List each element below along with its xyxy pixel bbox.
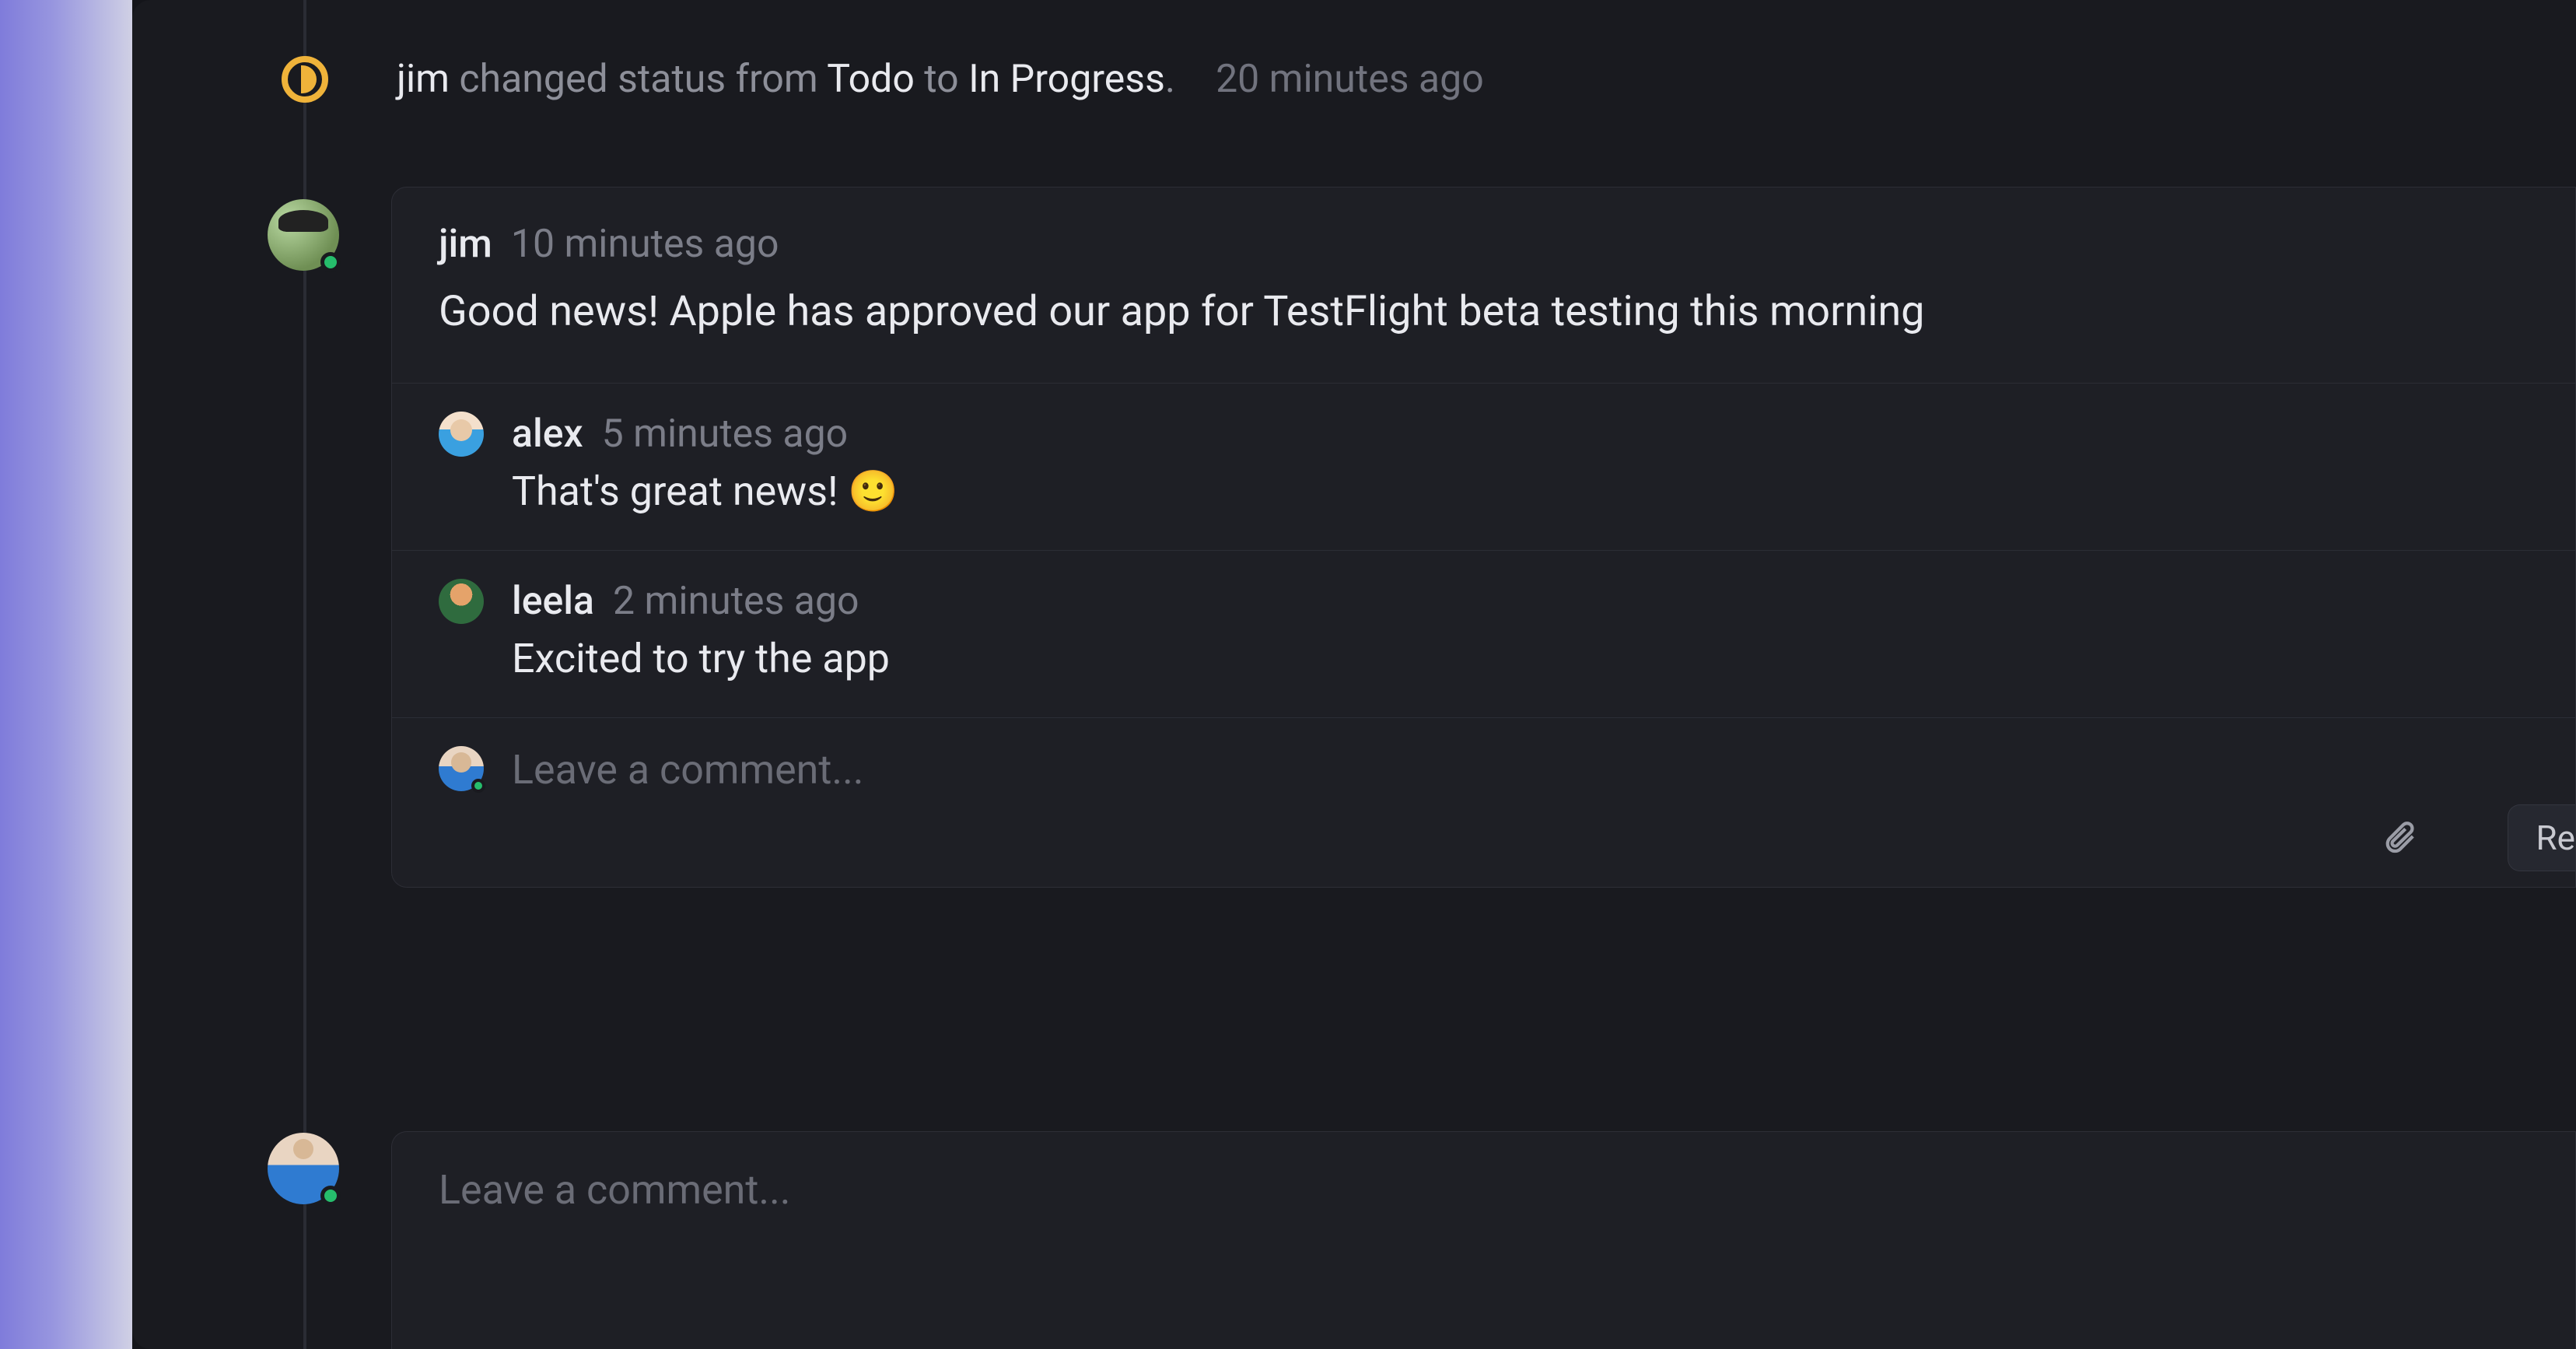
status-change-time: 20 minutes ago (1216, 57, 1484, 102)
avatar[interactable] (439, 746, 484, 791)
reply-time: 2 minutes ago (613, 579, 859, 624)
presence-online-icon (471, 779, 485, 793)
presence-online-icon (320, 252, 341, 272)
paperclip-icon (2382, 819, 2417, 855)
comment-card: jim 10 minutes ago Good news! Apple has … (391, 187, 2576, 888)
status-change-user: jim (397, 57, 450, 102)
comment-author[interactable]: jim (439, 222, 492, 267)
status-to: In Progress (968, 57, 1165, 102)
new-comment-author-avatar[interactable] (268, 1133, 339, 1204)
new-comment-panel: Leave a comment... (391, 1131, 2576, 1349)
reply-time: 5 minutes ago (602, 412, 849, 457)
comment-time: 10 minutes ago (511, 222, 779, 267)
avatar[interactable] (268, 1133, 339, 1204)
status-change-text: jim changed status from Todo to In Progr… (397, 57, 1175, 102)
avatar[interactable] (439, 412, 484, 457)
comment-body: Good news! Apple has approved our app fo… (439, 284, 2529, 341)
reply-author[interactable]: alex (512, 412, 583, 457)
new-comment-input[interactable]: Leave a comment... (439, 1166, 2529, 1214)
reply-button[interactable]: Re (2508, 804, 2575, 871)
avatar[interactable] (439, 579, 484, 624)
comment-reply[interactable]: leela 2 minutes ago Excited to try the a… (392, 551, 2575, 718)
window-gradient-edge (0, 0, 132, 1349)
status-in-progress-icon (282, 56, 328, 103)
presence-online-icon (320, 1186, 341, 1206)
reply-body: That's great news! 🙂 (512, 464, 2529, 519)
reply-body: Excited to try the app (512, 632, 2529, 686)
status-change-event: jim changed status from Todo to In Progr… (277, 56, 2576, 103)
status-from: Todo (827, 57, 915, 102)
comment-main[interactable]: jim 10 minutes ago Good news! Apple has … (392, 187, 2575, 384)
avatar[interactable] (268, 199, 339, 271)
comment-author-avatar[interactable] (268, 199, 339, 271)
attach-button[interactable] (2371, 809, 2427, 865)
issue-panel: jim changed status from Todo to In Progr… (132, 0, 2576, 1349)
reply-input-row: Leave a comment... Re (392, 718, 2575, 887)
reply-input[interactable]: Leave a comment... (512, 746, 864, 794)
reply-author[interactable]: leela (512, 579, 594, 624)
comment-reply[interactable]: alex 5 minutes ago That's great news! 🙂 (392, 384, 2575, 551)
